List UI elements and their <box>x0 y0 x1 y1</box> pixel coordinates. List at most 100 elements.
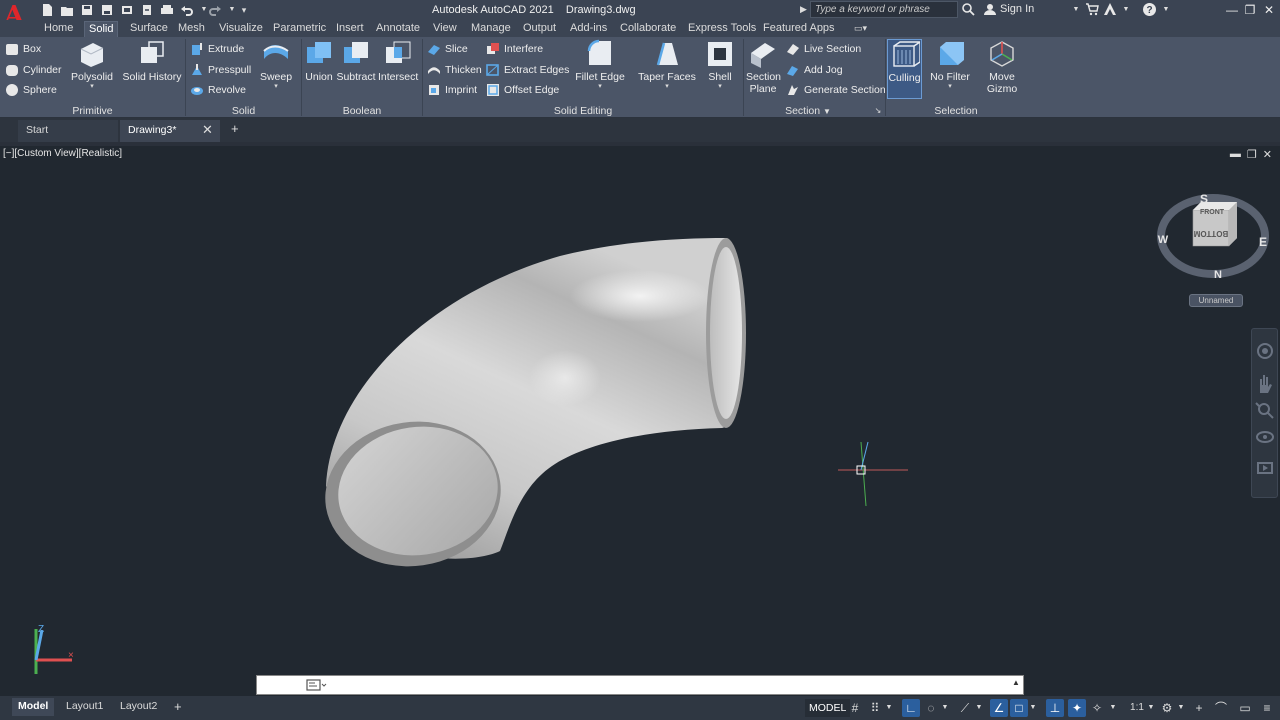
dynamic-ucs-icon[interactable]: ⊥ <box>1046 699 1064 717</box>
tab-manage[interactable]: Manage <box>467 21 515 37</box>
solid-editing-panel-title[interactable]: Solid Editing <box>423 104 743 118</box>
sign-in-dropdown-icon[interactable]: ▼ <box>1068 2 1084 18</box>
tab-insert[interactable]: Insert <box>332 21 368 37</box>
tab-output[interactable]: Output <box>519 21 560 37</box>
annotation-dropdown-icon[interactable]: ▼ <box>1108 699 1118 717</box>
command-input[interactable] <box>304 677 1004 693</box>
snap-mode-icon[interactable]: ⠿ <box>866 699 884 717</box>
viewcube-side-face[interactable]: BOTTOM <box>1193 229 1228 238</box>
selection-panel-title[interactable]: Selection <box>886 104 1026 118</box>
revolve-button[interactable]: Revolve <box>190 81 246 99</box>
ucs-icon[interactable]: × Z <box>34 624 74 674</box>
model-tab[interactable]: Model <box>12 698 55 716</box>
sign-in-button[interactable]: Sign In <box>984 3 1034 15</box>
sweep-dropdown-icon[interactable]: ▾ <box>256 83 296 90</box>
grid-icon[interactable]: # <box>846 699 864 717</box>
annotation-visibility-icon[interactable]: ✦ <box>1068 699 1086 717</box>
help-dropdown-icon[interactable]: ▼ <box>1158 2 1174 18</box>
customization-icon[interactable]: ≡ <box>1258 699 1276 717</box>
imprint-button[interactable]: Imprint <box>427 81 477 99</box>
pan-icon[interactable] <box>1260 375 1272 393</box>
viewcube-top-face[interactable]: FRONT <box>1200 209 1225 216</box>
drawing-viewport[interactable]: × Z FRONT BOTTOM S W E N [−][Custom View… <box>0 146 1280 674</box>
clean-screen-icon[interactable]: ▭ <box>1236 699 1254 717</box>
ribbon-minimize-icon[interactable]: ▭▾ <box>850 21 871 37</box>
culling-button[interactable]: Culling <box>887 39 922 99</box>
annotation-scale[interactable]: 1:1 <box>1126 699 1148 717</box>
primitive-panel-title[interactable]: Primitive <box>0 104 185 118</box>
undo-icon[interactable] <box>180 3 194 17</box>
union-button[interactable]: Union <box>304 39 334 101</box>
viewport-close-icon[interactable]: ✕ <box>1263 148 1272 161</box>
zoom-extents-icon[interactable] <box>1255 402 1274 419</box>
compass-east[interactable]: E <box>1259 235 1267 249</box>
isometric-drafting-icon[interactable]: ⟋ <box>956 699 974 717</box>
search-input[interactable]: Type a keyword or phrase <box>810 1 958 18</box>
add-layout-icon[interactable]: + <box>168 698 188 716</box>
polysolid-button[interactable]: Polysolid ▾ <box>70 39 114 101</box>
section-dialog-launcher-icon[interactable]: ↘ <box>872 105 884 117</box>
solid-history-button[interactable]: Solid History <box>120 39 184 101</box>
start-tab[interactable]: Start <box>18 120 118 142</box>
extract-edges-button[interactable]: Extract Edges <box>486 61 569 79</box>
layout2-tab[interactable]: Layout2 <box>114 698 163 716</box>
slice-button[interactable]: Slice <box>427 40 468 58</box>
compass-west[interactable]: W <box>1158 234 1169 246</box>
object-snap-tracking-icon[interactable]: ∠ <box>990 699 1008 717</box>
cart-icon[interactable] <box>1084 2 1100 18</box>
fillet-edge-button[interactable]: Fillet Edge ▾ <box>572 39 628 101</box>
close-icon[interactable]: ✕ <box>1259 1 1279 19</box>
search-caret-icon[interactable]: ▶ <box>800 4 807 15</box>
live-section-button[interactable]: Live Section <box>786 40 861 58</box>
compass-south[interactable]: S <box>1200 192 1208 206</box>
tab-annotate[interactable]: Annotate <box>372 21 424 37</box>
model-space-toggle[interactable]: MODEL <box>805 699 851 717</box>
customize-toolbar-icon[interactable]: ▾ <box>236 2 252 18</box>
ucs-menu-button[interactable]: Unnamed <box>1189 294 1243 307</box>
auto-scale-icon[interactable]: ✧ <box>1088 699 1106 717</box>
thicken-button[interactable]: Thicken <box>427 61 482 79</box>
tab-express-tools[interactable]: Express Tools <box>684 21 760 37</box>
isolate-objects-icon[interactable]: ⌒ <box>1212 699 1230 717</box>
taper-faces-dropdown-icon[interactable]: ▾ <box>638 83 696 90</box>
tab-mesh[interactable]: Mesh <box>174 21 209 37</box>
polar-tracking-icon[interactable]: ◌ <box>922 699 940 717</box>
sweep-button[interactable]: Sweep ▾ <box>256 39 296 101</box>
search-icon[interactable] <box>960 2 976 18</box>
viewport-restore-icon[interactable]: ❐ <box>1247 148 1257 161</box>
interfere-button[interactable]: Interfere <box>486 40 543 58</box>
section-panel-title[interactable]: Section ▼ <box>744 104 872 118</box>
restore-icon[interactable]: ❐ <box>1240 1 1260 19</box>
help-icon[interactable]: ? <box>1141 2 1157 18</box>
orbit-icon[interactable] <box>1256 431 1274 443</box>
fillet-edge-dropdown-icon[interactable]: ▾ <box>572 83 628 90</box>
snap-dropdown-icon[interactable]: ▼ <box>884 699 894 717</box>
new-file-icon[interactable] <box>40 3 54 17</box>
solid-panel-title[interactable]: Solid <box>186 104 301 118</box>
presspull-button[interactable]: Presspull <box>190 61 251 79</box>
workspace-dropdown-icon[interactable]: ▼ <box>1176 699 1186 717</box>
tab-view[interactable]: View <box>429 21 461 37</box>
layout1-tab[interactable]: Layout1 <box>60 698 109 716</box>
section-plane-button[interactable]: Section Plane <box>746 39 781 101</box>
tab-visualize[interactable]: Visualize <box>215 21 267 37</box>
offset-edge-button[interactable]: Offset Edge <box>486 81 559 99</box>
viewport-controls-label[interactable]: [−][Custom View][Realistic] <box>3 148 122 159</box>
intersect-button[interactable]: Intersect <box>378 39 418 101</box>
showmotion-icon[interactable] <box>1257 462 1273 474</box>
box-button[interactable]: Box <box>5 40 41 58</box>
app-dropdown-icon[interactable]: ▼ <box>1118 2 1134 18</box>
tab-surface[interactable]: Surface <box>126 21 172 37</box>
steering-wheel-icon[interactable] <box>1257 343 1273 359</box>
extrude-button[interactable]: Extrude <box>190 40 244 58</box>
taper-faces-button[interactable]: Taper Faces ▾ <box>638 39 696 101</box>
redo-icon[interactable] <box>208 3 222 17</box>
ortho-icon[interactable]: ∟ <box>902 699 920 717</box>
viewcube[interactable]: FRONT BOTTOM S W E N <box>1157 192 1269 281</box>
move-gizmo-button[interactable]: Move Gizmo <box>980 39 1024 101</box>
close-tab-icon[interactable]: ✕ <box>202 122 213 138</box>
new-tab-icon[interactable]: + <box>231 121 239 136</box>
pipe-elbow-model[interactable] <box>316 238 746 578</box>
sphere-button[interactable]: Sphere <box>5 81 57 99</box>
scale-dropdown-icon[interactable]: ▼ <box>1146 699 1156 717</box>
